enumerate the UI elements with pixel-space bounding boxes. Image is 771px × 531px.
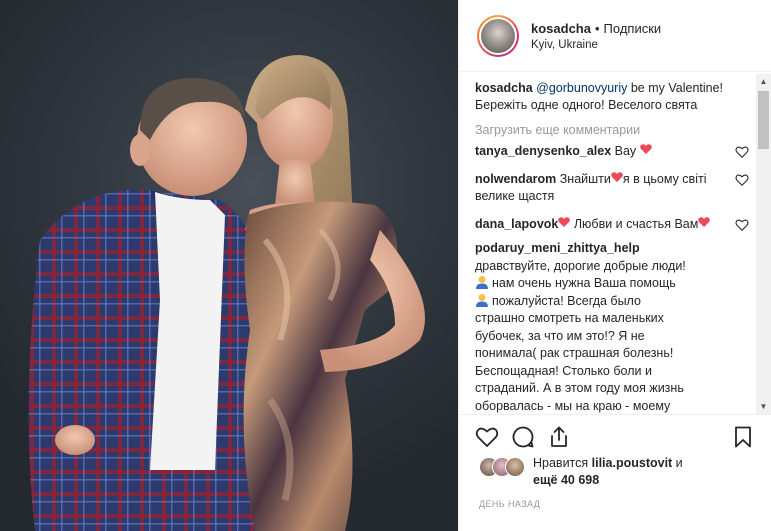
comment-bubble-icon[interactable] (511, 425, 535, 449)
red-heart-emoji-icon (698, 217, 711, 227)
comment-text-line: понимала( рак страшная болезнь! (475, 346, 674, 360)
caption-mention-link[interactable]: @gorbunovyuriy (536, 81, 627, 95)
red-heart-emoji-icon (611, 172, 623, 182)
comment-text-line: нам очень нужна Ваша помощь (492, 276, 676, 290)
post-caption: kosadcha @gorbunovyuriy be my Valentine!… (475, 80, 749, 114)
post-header: kosadcha • Подписки Kyiv, Ukraine (459, 0, 771, 72)
header-text: kosadcha • Подписки Kyiv, Ukraine (531, 21, 661, 51)
post-side-panel: kosadcha • Подписки Kyiv, Ukraine kosadc… (458, 0, 771, 531)
comment-username[interactable]: podaruy_meni_zhittya_help (475, 241, 640, 255)
comment-username[interactable]: dana_lapovok (475, 217, 558, 231)
post-photo[interactable] (0, 0, 458, 531)
avatar[interactable] (477, 14, 519, 57)
red-heart-emoji-icon (639, 144, 652, 154)
caption-text: be my Valentine! (627, 81, 724, 95)
likes-prefix: Нравится (533, 456, 592, 470)
scroll-down-arrow-icon[interactable]: ▼ (756, 399, 771, 414)
comment-text-line: оборвалась - мы на краю - моему (475, 398, 671, 413)
action-bar (459, 415, 771, 459)
scroll-up-arrow-icon[interactable]: ▲ (756, 74, 771, 89)
share-icon[interactable] (547, 425, 571, 449)
person-emoji-icon (476, 276, 488, 289)
person-emoji-icon (476, 293, 488, 307)
couple-photo-illustration (28, 55, 425, 531)
comment-like-heart-icon[interactable] (735, 145, 749, 159)
scrollbar-thumb[interactable] (758, 91, 769, 149)
comment-text-line: Беспощадная! Столько боли и (475, 363, 652, 378)
comment-username[interactable]: tanya_denysenko_alex (475, 144, 611, 158)
separator-dot: • (594, 20, 600, 36)
avatar-border (479, 16, 517, 55)
comment-text-line: страданий. А в этом году моя жизнь (475, 381, 684, 395)
comment-item: tanya_denysenko_alex Вау (475, 143, 749, 160)
comment-text-line: дравствуйте, дорогие добрые люди! (475, 258, 686, 273)
comment-text-line: бубочек, за что им это!? Я не (475, 328, 645, 343)
author-username[interactable]: kosadcha (531, 21, 591, 36)
likes-count-button[interactable]: ещё 40 698 (533, 473, 599, 487)
red-heart-emoji-icon (558, 217, 571, 227)
avatar-image (481, 18, 515, 53)
likes-summary: Нравится lilia.poustovit и ещё 40 698 (479, 455, 683, 489)
location-link[interactable]: Kyiv, Ukraine (531, 39, 661, 51)
comment-like-heart-icon[interactable] (735, 173, 749, 187)
likes-text: Нравится lilia.poustovit и ещё 40 698 (533, 455, 683, 489)
likes-count: 40 698 (560, 473, 600, 487)
comment-text: Любви и счастья Вам (570, 217, 699, 231)
liker-avatars (479, 457, 529, 477)
comment-text-line: пожалуйста! Всегда было (492, 293, 641, 308)
comment-item: dana_lapovok Любви и счастья Вам (475, 216, 749, 233)
comment-text: Знайшти (556, 172, 611, 186)
caption-username[interactable]: kosadcha (475, 81, 533, 95)
bookmark-icon[interactable] (731, 425, 755, 449)
likes-suffix: и (672, 456, 683, 470)
liker-avatar[interactable] (505, 457, 525, 477)
liker-username[interactable]: lilia.poustovit (592, 456, 673, 470)
likes-count-prefix: ещё (533, 473, 561, 487)
comment-item: podaruy_meni_zhittya_help дравствуйте, д… (475, 240, 749, 413)
post-actions-section: Нравится lilia.poustovit и ещё 40 698 ДЕ… (459, 414, 771, 531)
heart-icon[interactable] (475, 425, 499, 449)
comment-item: nolwendarom Знайшти я в цьому світі велик… (475, 171, 749, 205)
header-line: kosadcha • Подписки (531, 21, 661, 36)
comment-like-heart-icon[interactable] (735, 218, 749, 232)
follow-status-button[interactable]: Подписки (604, 21, 662, 36)
post-timestamp[interactable]: ДЕНЬ НАЗАД (479, 499, 540, 509)
comment-text-line: страшно смотреть на маленьких (475, 311, 664, 325)
comment-text: Вау (611, 144, 637, 158)
comments-list[interactable]: kosadcha @gorbunovyuriy be my Valentine!… (459, 80, 757, 413)
comments-scrollbar[interactable]: ▲ ▼ (756, 74, 771, 414)
caption-text-line2: Бережіть одне одного! Веселого свята (475, 98, 698, 112)
instagram-post-view: kosadcha • Подписки Kyiv, Ukraine kosadc… (0, 0, 771, 531)
comment-username[interactable]: nolwendarom (475, 172, 556, 186)
load-more-comments-button[interactable]: Загрузить еще комментарии (475, 123, 749, 137)
